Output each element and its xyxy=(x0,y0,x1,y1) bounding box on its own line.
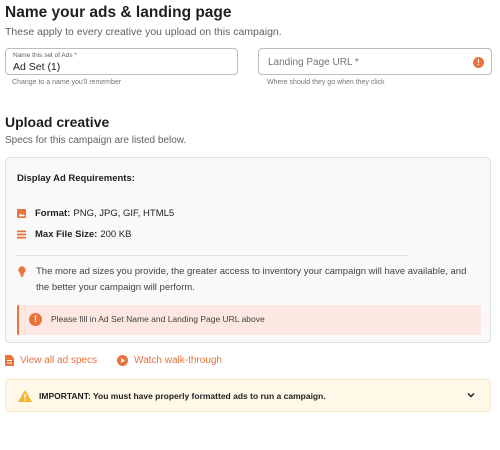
ads-landing-subtitle: These apply to every creative you upload… xyxy=(5,26,282,38)
play-icon xyxy=(117,355,128,366)
info-icon: ! xyxy=(473,57,484,68)
watch-walkthrough-link[interactable]: Watch walk-through xyxy=(117,355,222,366)
format-label: Format: xyxy=(35,208,71,219)
watch-walkthrough-label[interactable]: Watch walk-through xyxy=(134,355,222,366)
landing-page-url-field[interactable]: Landing Page URL * ! xyxy=(258,48,492,75)
view-all-ad-specs-label[interactable]: View all ad specs xyxy=(20,355,97,366)
landing-page-url-helper: Where should they go when they click xyxy=(267,79,385,86)
alert-text: Please fill in Ad Set Name and Landing P… xyxy=(51,314,265,324)
max-file-size-label: Max File Size: xyxy=(35,229,98,240)
landing-page-url-placeholder[interactable]: Landing Page URL * xyxy=(268,57,359,68)
upload-creative-subtitle: Specs for this campaign are listed below… xyxy=(5,135,187,146)
ad-set-name-label: Name this set of Ads * xyxy=(13,52,77,59)
alert-icon: ! xyxy=(29,313,42,326)
important-banner-text: IMPORTANT: You must have properly format… xyxy=(39,391,326,401)
ad-set-name-value[interactable]: Ad Set (1) xyxy=(13,61,60,73)
max-file-size-spec: Max File Size: 200 KB xyxy=(17,229,131,240)
format-value: PNG, JPG, GIF, HTML5 xyxy=(73,208,175,219)
chevron-down-icon[interactable] xyxy=(466,390,476,400)
ad-set-name-field[interactable]: Name this set of Ads * Ad Set (1) xyxy=(5,48,238,75)
document-icon xyxy=(5,355,14,366)
ads-landing-heading: Name your ads & landing page xyxy=(5,4,232,21)
ad-set-name-helper: Change to a name you'll remember xyxy=(12,79,122,86)
ad-sizes-tip: The more ad sizes you provide, the great… xyxy=(36,266,467,293)
warning-icon xyxy=(18,390,32,402)
max-file-size-value: 200 KB xyxy=(100,229,132,240)
important-banner[interactable]: IMPORTANT: You must have properly format… xyxy=(5,379,491,412)
lightbulb-icon xyxy=(18,266,26,277)
upload-creative-heading: Upload creative xyxy=(5,114,110,130)
requirements-title: Display Ad Requirements: xyxy=(17,173,135,184)
requirements-divider xyxy=(17,255,409,256)
requirements-panel: Display Ad Requirements: Format: PNG, JP… xyxy=(5,157,491,343)
view-all-ad-specs-link[interactable]: View all ad specs xyxy=(5,355,97,366)
format-spec: Format: PNG, JPG, GIF, HTML5 xyxy=(17,208,174,219)
fill-fields-alert: ! Please fill in Ad Set Name and Landing… xyxy=(17,305,481,335)
list-icon xyxy=(17,230,26,239)
image-icon xyxy=(17,209,26,218)
